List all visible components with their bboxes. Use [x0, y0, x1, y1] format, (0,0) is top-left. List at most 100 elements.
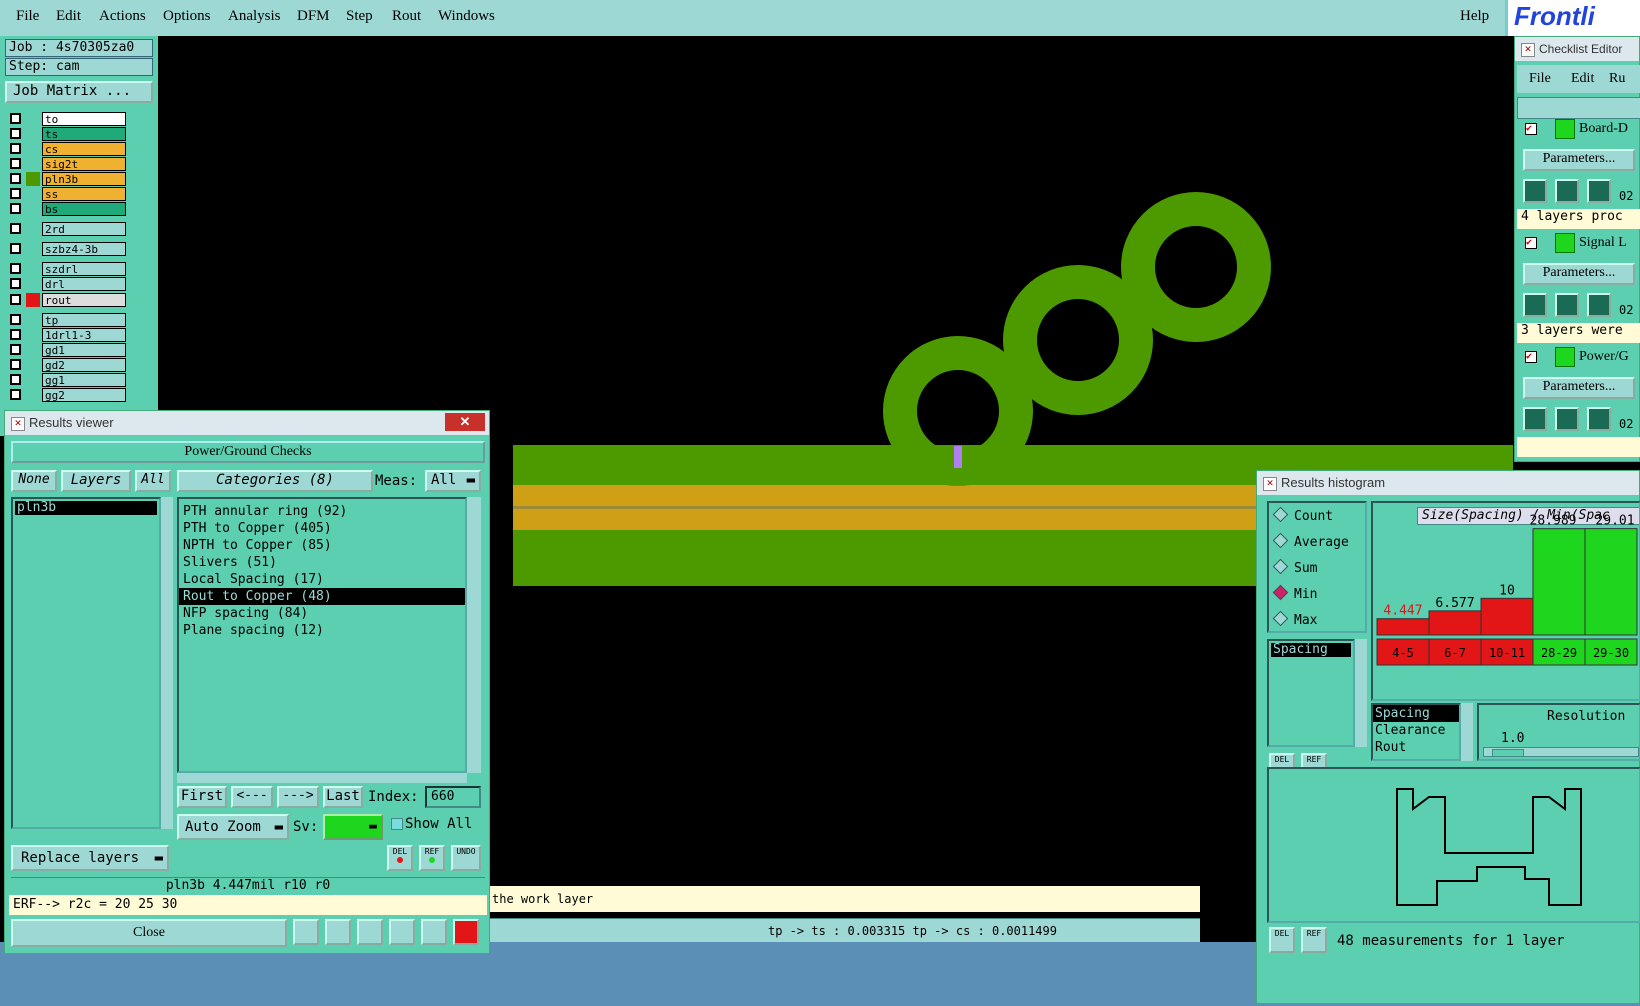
report-icon[interactable] — [421, 919, 447, 945]
layer-name[interactable]: cs — [42, 142, 126, 156]
run-icon[interactable] — [1587, 293, 1611, 317]
check-item-checkbox[interactable]: ✔ — [1525, 123, 1537, 135]
category-item[interactable]: PTH annular ring (92) — [179, 503, 465, 520]
layer-checkbox[interactable] — [10, 344, 21, 355]
next-button[interactable]: ---> — [277, 786, 319, 808]
layer-checkbox[interactable] — [10, 314, 21, 325]
run-icon[interactable] — [1523, 179, 1547, 203]
check-item-checkbox[interactable]: ✔ — [1525, 237, 1537, 249]
menu-step[interactable]: Step — [346, 8, 373, 25]
histogram-icon[interactable] — [293, 919, 319, 945]
menu-rout[interactable]: Rout — [392, 8, 421, 25]
layer-name[interactable]: bs — [42, 202, 126, 216]
layer-row-gd2[interactable]: gd2 — [8, 358, 126, 372]
checklist-menu-edit[interactable]: Edit — [1571, 65, 1594, 93]
histogram-bar[interactable] — [1376, 618, 1430, 636]
hist-left-list[interactable]: Spacing — [1267, 639, 1355, 747]
run-icon[interactable] — [1523, 407, 1547, 431]
job-matrix-button[interactable]: Job Matrix ... — [5, 81, 153, 103]
menu-help[interactable]: Help — [1460, 8, 1489, 25]
ref-button[interactable]: REF — [419, 845, 445, 871]
layer-row-1drl1-3[interactable]: 1drl1-3 — [8, 328, 126, 342]
layer-checkbox[interactable] — [10, 173, 21, 184]
run-icon[interactable] — [1555, 407, 1579, 431]
categories-scrollbar[interactable] — [467, 497, 481, 773]
layer-name[interactable]: gd1 — [42, 343, 126, 357]
layer-checkbox[interactable] — [10, 263, 21, 274]
layer-name[interactable]: ss — [42, 187, 126, 201]
clear-icon[interactable] — [357, 919, 383, 945]
menu-edit[interactable]: Edit — [56, 8, 81, 25]
close-button[interactable]: Close — [11, 919, 287, 947]
mode-radio-average[interactable]: Average — [1272, 532, 1349, 555]
run-icon[interactable] — [1587, 407, 1611, 431]
layer-list-scrollbar[interactable] — [161, 497, 173, 829]
all-button[interactable]: All — [135, 470, 171, 492]
menu-windows[interactable]: Windows — [438, 8, 495, 25]
categories-list[interactable]: PTH annular ring (92) PTH to Copper (405)… — [177, 497, 467, 773]
mode-radio-sum[interactable]: Sum — [1272, 558, 1317, 581]
list-item[interactable]: Rout — [1373, 739, 1459, 756]
histogram-bar[interactable] — [1532, 528, 1586, 636]
preview-del-button[interactable]: DEL — [1269, 927, 1295, 953]
layer-checkbox[interactable] — [10, 359, 21, 370]
meas-dropdown[interactable]: All ▬ — [425, 470, 481, 492]
layer-checkbox[interactable] — [10, 188, 21, 199]
category-item[interactable]: NFP spacing (84) — [179, 605, 465, 622]
layer-row-sig2t[interactable]: sig2t — [8, 157, 126, 171]
list-item[interactable]: Clearance — [1373, 722, 1459, 739]
close-window-button[interactable]: ✕ — [445, 413, 485, 431]
bar-chart-icon[interactable] — [453, 919, 479, 945]
layer-checkbox[interactable] — [10, 128, 21, 139]
show-all-checkbox[interactable] — [391, 818, 403, 830]
layer-name[interactable]: sig2t — [42, 157, 126, 171]
layer-checkbox[interactable] — [10, 294, 21, 305]
none-button[interactable]: None — [11, 470, 57, 492]
auto-zoom-dropdown[interactable]: Auto Zoom ▬ — [177, 814, 289, 840]
layer-row-drl[interactable]: drl — [8, 277, 126, 291]
run-icon[interactable] — [1523, 293, 1547, 317]
check-item-checkbox[interactable]: ✔ — [1525, 351, 1537, 363]
undo-button[interactable]: UNDO — [451, 845, 481, 871]
layer-row-gd1[interactable]: gd1 — [8, 343, 126, 357]
layer-checkbox[interactable] — [10, 243, 21, 254]
histogram-bar[interactable] — [1480, 597, 1534, 636]
layer-name[interactable]: 1drl1-3 — [42, 328, 126, 342]
layer-row-cs[interactable]: cs — [8, 142, 126, 156]
replace-layers-dropdown[interactable]: Replace layers ▬ — [11, 845, 169, 871]
menu-file[interactable]: File — [16, 8, 39, 25]
layer-name[interactable]: to — [42, 112, 126, 126]
categories-hscrollbar[interactable] — [177, 773, 467, 783]
layer-row-ss[interactable]: ss — [8, 187, 126, 201]
category-item[interactable]: Plane spacing (12) — [179, 622, 465, 639]
last-button[interactable]: Last — [323, 786, 363, 808]
layer-name[interactable]: 2rd — [42, 222, 126, 236]
prev-button[interactable]: <--- — [231, 786, 273, 808]
layer-row-2rd[interactable]: 2rd — [8, 222, 126, 236]
layer-name[interactable]: gg1 — [42, 373, 126, 387]
list-item[interactable]: Spacing — [1373, 705, 1459, 722]
menu-analysis[interactable]: Analysis — [228, 8, 281, 25]
layer-row-gg2[interactable]: gg2 — [8, 388, 126, 402]
layer-row-rout[interactable]: rout — [8, 293, 126, 307]
parameters-button[interactable]: Parameters... — [1523, 263, 1635, 285]
parameters-button[interactable]: Parameters... — [1523, 149, 1635, 171]
layer-row-ts[interactable]: ts — [8, 127, 126, 141]
layer-row-szbz4-3b[interactable]: szbz4-3b — [8, 242, 126, 256]
category-item[interactable]: Local Spacing (17) — [179, 571, 465, 588]
layers-button[interactable]: Layers — [61, 470, 131, 492]
checklist-menu-file[interactable]: File — [1529, 65, 1551, 93]
histogram-bar[interactable] — [1428, 610, 1482, 636]
layer-name[interactable]: rout — [42, 293, 126, 307]
category-item[interactable]: PTH to Copper (405) — [179, 520, 465, 537]
layer-checkbox[interactable] — [10, 143, 21, 154]
numbered-icon[interactable] — [389, 919, 415, 945]
hist-bottom-scrollbar[interactable] — [1461, 703, 1473, 761]
layer-name[interactable]: drl — [42, 277, 126, 291]
menu-dfm[interactable]: DFM — [297, 8, 330, 25]
hist-bottom-list[interactable]: Spacing Clearance Rout — [1371, 703, 1461, 761]
layer-name[interactable]: gg2 — [42, 388, 126, 402]
menu-options[interactable]: Options — [163, 8, 211, 25]
index-input[interactable]: 660 — [425, 786, 481, 808]
run-icon[interactable] — [1587, 179, 1611, 203]
